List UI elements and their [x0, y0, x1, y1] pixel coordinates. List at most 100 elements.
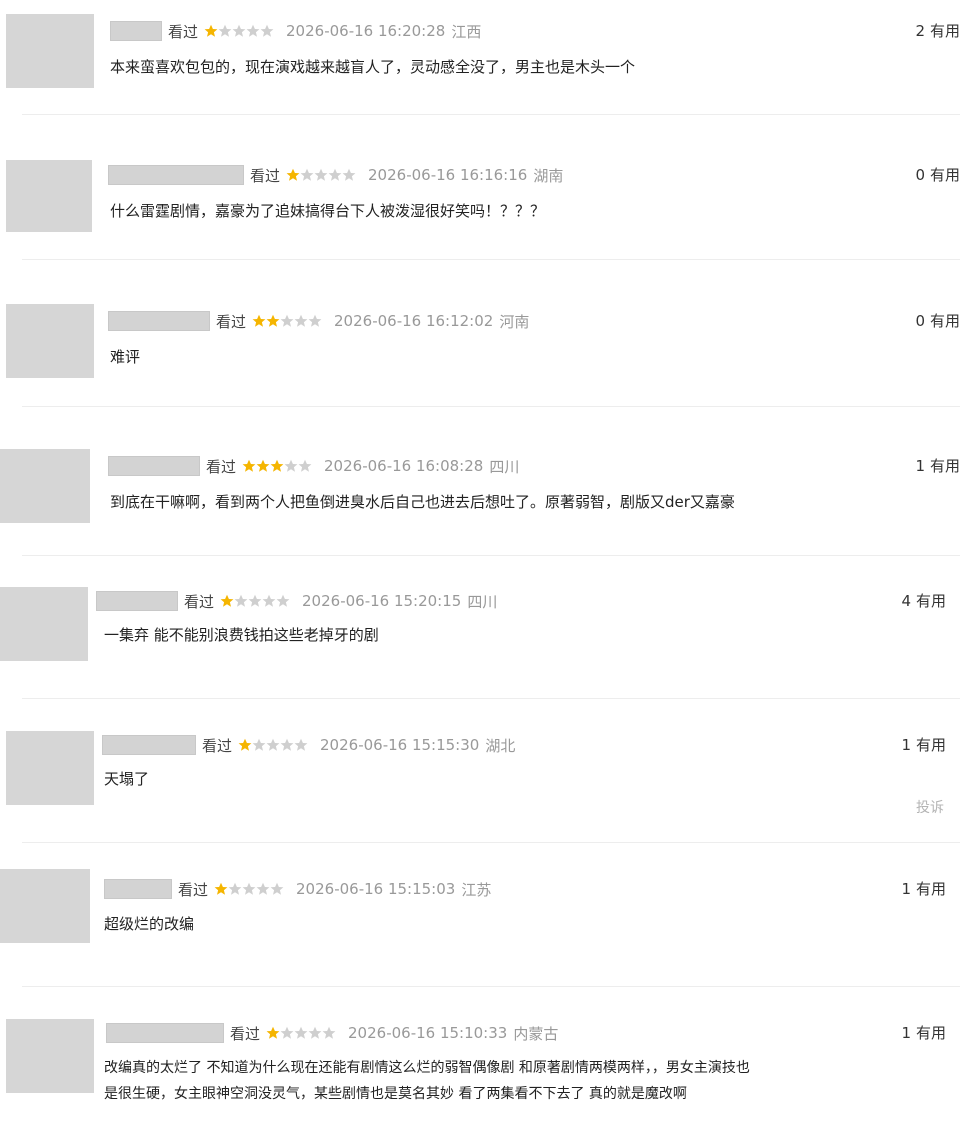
- star-rating: [214, 882, 284, 896]
- comment-text-line: 是很生硬，女主眼神空洞没灵气，某些剧情也是莫名其妙 看了两集看不下去了 真的就是…: [104, 1086, 687, 1102]
- comment-item: 看过 2026-06-16 15:10:33 内蒙古 1 有用 改编真的太烂了 不…: [0, 991, 960, 1125]
- avatar[interactable]: [6, 304, 94, 378]
- comment-location: 湖南: [533, 166, 564, 185]
- star-rating: [266, 1026, 336, 1040]
- star-empty-icon: [300, 168, 314, 182]
- comment-meta: 看过 2026-06-16 15:15:03 江苏: [104, 878, 491, 900]
- comment-text: 本来蛮喜欢包包的，现在演戏越来越盲人了，灵动感全没了，男主也是木头一个: [110, 54, 635, 80]
- star-filled-icon: [266, 314, 280, 328]
- watched-status: 看过: [216, 312, 247, 331]
- star-empty-icon: [280, 314, 294, 328]
- watched-status: 看过: [202, 736, 233, 755]
- useful-button[interactable]: 1 有用: [901, 878, 946, 899]
- comment-location: 河南: [499, 312, 530, 331]
- avatar[interactable]: [6, 1019, 94, 1093]
- useful-count: 1: [901, 880, 911, 898]
- star-filled-icon: [286, 168, 300, 182]
- username-redacted[interactable]: [102, 735, 196, 755]
- star-empty-icon: [314, 168, 328, 182]
- comment-list: 看过 2026-06-16 16:20:28 江西 2 有用 本来蛮喜欢包包的，现…: [0, 0, 960, 1125]
- comment-meta: 看过 2026-06-16 15:10:33 内蒙古: [106, 1022, 558, 1044]
- comment-time: 2026-06-16 15:20:15: [302, 592, 462, 610]
- avatar[interactable]: [0, 869, 90, 943]
- comment-text-line: 到底在干嘛啊，看到两个人把鱼倒进臭水后自己也进去后想吐了。原著弱智，剧版又der…: [110, 493, 735, 511]
- comment-text-line: 超级烂的改编: [104, 915, 195, 933]
- report-link[interactable]: 投诉: [916, 797, 944, 817]
- useful-button[interactable]: 1 有用: [901, 734, 946, 755]
- avatar[interactable]: [6, 731, 94, 805]
- useful-count: 1: [901, 1024, 911, 1042]
- star-empty-icon: [270, 882, 284, 896]
- star-rating: [252, 314, 322, 328]
- useful-label: 有用: [929, 22, 960, 40]
- comment-location: 四川: [489, 457, 520, 476]
- star-empty-icon: [308, 1026, 322, 1040]
- star-empty-icon: [228, 882, 242, 896]
- comment-item: 看过 2026-06-16 16:12:02 河南 0 有用 难评: [0, 264, 960, 409]
- useful-button[interactable]: 0 有用: [915, 164, 960, 185]
- useful-count: 2: [915, 22, 925, 40]
- comment-time: 2026-06-16 15:15:03: [296, 880, 456, 898]
- comment-time: 2026-06-16 16:16:16: [368, 166, 528, 184]
- comment-time: 2026-06-16 15:15:30: [320, 736, 480, 754]
- star-empty-icon: [246, 24, 260, 38]
- username-redacted[interactable]: [108, 311, 210, 331]
- comment-location: 湖北: [485, 736, 516, 755]
- watched-status: 看过: [250, 166, 281, 185]
- useful-label: 有用: [915, 592, 946, 610]
- useful-button[interactable]: 2 有用: [915, 20, 960, 41]
- divider: [22, 698, 960, 699]
- useful-label: 有用: [915, 1024, 946, 1042]
- useful-label: 有用: [929, 312, 960, 330]
- useful-button[interactable]: 4 有用: [901, 590, 946, 611]
- watched-status: 看过: [184, 592, 215, 611]
- divider: [22, 842, 960, 843]
- useful-count: 0: [915, 166, 925, 184]
- star-filled-icon: [238, 738, 252, 752]
- useful-label: 有用: [929, 166, 960, 184]
- username-redacted[interactable]: [108, 165, 244, 185]
- comment-text-line: 天塌了: [104, 770, 150, 788]
- star-rating: [204, 24, 274, 38]
- star-empty-icon: [234, 594, 248, 608]
- useful-count: 4: [901, 592, 911, 610]
- star-empty-icon: [242, 882, 256, 896]
- useful-count: 1: [901, 736, 911, 754]
- useful-button[interactable]: 1 有用: [901, 1022, 946, 1043]
- avatar[interactable]: [6, 14, 94, 88]
- avatar[interactable]: [6, 160, 92, 232]
- star-empty-icon: [328, 168, 342, 182]
- avatar[interactable]: [0, 587, 88, 661]
- star-empty-icon: [342, 168, 356, 182]
- star-rating: [286, 168, 356, 182]
- comment-meta: 看过 2026-06-16 15:15:30 湖北: [102, 734, 515, 756]
- star-filled-icon: [204, 24, 218, 38]
- star-filled-icon: [256, 459, 270, 473]
- star-empty-icon: [262, 594, 276, 608]
- useful-label: 有用: [929, 457, 960, 475]
- star-empty-icon: [252, 738, 266, 752]
- comment-meta: 看过 2026-06-16 16:16:16 湖南: [108, 164, 563, 186]
- username-redacted[interactable]: [110, 21, 162, 41]
- star-empty-icon: [294, 1026, 308, 1040]
- comment-text: 一集弃 能不能别浪费钱拍这些老掉牙的剧: [104, 622, 379, 648]
- comment-location: 江西: [451, 22, 482, 41]
- star-filled-icon: [252, 314, 266, 328]
- username-redacted[interactable]: [104, 879, 172, 899]
- username-redacted[interactable]: [96, 591, 178, 611]
- star-rating: [220, 594, 290, 608]
- comment-text: 到底在干嘛啊，看到两个人把鱼倒进臭水后自己也进去后想吐了。原著弱智，剧版又der…: [110, 489, 735, 515]
- avatar[interactable]: [0, 449, 90, 523]
- comment-meta: 看过 2026-06-16 16:08:28 四川: [108, 455, 519, 477]
- star-empty-icon: [256, 882, 270, 896]
- divider: [22, 555, 960, 556]
- comment-text: 什么雷霆剧情，嘉豪为了追妹搞得台下人被泼湿很好笑吗！？？？: [110, 198, 545, 224]
- comment-item: 看过 2026-06-16 16:20:28 江西 2 有用 本来蛮喜欢包包的，现…: [0, 0, 960, 118]
- comment-text: 难评: [110, 344, 140, 370]
- username-redacted[interactable]: [108, 456, 200, 476]
- useful-button[interactable]: 1 有用: [915, 455, 960, 476]
- username-redacted[interactable]: [106, 1023, 224, 1043]
- useful-button[interactable]: 0 有用: [915, 310, 960, 331]
- star-empty-icon: [308, 314, 322, 328]
- comment-text-line: 难评: [110, 348, 141, 366]
